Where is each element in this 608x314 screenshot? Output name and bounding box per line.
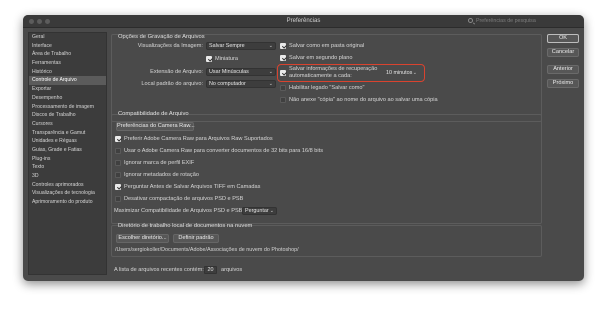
max-compat-value: Perguntar	[245, 208, 269, 214]
compat-option-label: Preferir Adobe Camera Raw para Arquivos …	[124, 136, 273, 142]
camera-raw-preferences-button[interactable]: Preferências do Camera Raw...	[116, 122, 195, 131]
compat-option-checkbox[interactable]	[115, 184, 121, 190]
image-preview-value: Salvar Sempre	[209, 43, 245, 49]
extension-value: Usar Minúsculas	[209, 69, 249, 75]
sidebar-item[interactable]: Plug-ins	[29, 155, 106, 164]
max-compat-select[interactable]: Perguntar ⌄	[242, 207, 277, 215]
sidebar-item[interactable]: Geral	[29, 33, 106, 42]
cloud-dir-title: Diretório de trabalho local de documento…	[118, 223, 253, 229]
sidebar-item[interactable]: Cursores	[29, 120, 106, 129]
image-preview-label: Visualizações da Imagem:	[137, 43, 203, 49]
legacy-save-as-checkbox[interactable]	[280, 85, 286, 91]
ok-button[interactable]: OK	[547, 34, 579, 43]
compat-option-label: Ignorar marca de perfil EXIF	[124, 160, 195, 166]
no-copy-checkbox[interactable]	[280, 97, 286, 103]
compat-option-checkbox[interactable]	[115, 172, 121, 178]
chevron-down-icon: ⌄	[268, 81, 273, 87]
compat-option-checkbox[interactable]	[115, 160, 121, 166]
compatibility-title: Compatibilidade de Arquivo	[118, 111, 189, 117]
sidebar-item[interactable]: Transparência e Gamut	[29, 129, 106, 138]
chevron-down-icon: ⌄	[269, 208, 274, 214]
extension-label: Extensão de Arquivo:	[150, 69, 203, 75]
image-preview-select[interactable]: Salvar Sempre ⌄	[206, 42, 276, 50]
sidebar-item[interactable]: Ferramentas	[29, 59, 106, 68]
autosave-highlight-annotation	[277, 64, 425, 82]
chevron-down-icon: ⌄	[268, 69, 273, 75]
recent-files-label: A lista de arquivos recentes contém:	[114, 267, 204, 273]
compat-option-checkbox[interactable]	[115, 196, 121, 202]
save-options-title: Opções de Gravação de Arquivos	[118, 34, 205, 40]
sidebar-item[interactable]: Guias, Grade e Fatias	[29, 146, 106, 155]
sidebar-item[interactable]: Discos de Trabalho	[29, 111, 106, 120]
sidebar-item[interactable]: Histórico	[29, 68, 106, 77]
compat-option-label: Usar o Adobe Camera Raw para converter d…	[124, 148, 323, 154]
chevron-down-icon: ⌄	[268, 43, 273, 49]
sidebar-item[interactable]: Controles aprimorados	[29, 181, 106, 190]
cancel-button[interactable]: Cancelar	[547, 48, 579, 57]
preferences-search-field[interactable]: Preferências de pesquisa	[468, 18, 568, 26]
compat-option-checkbox[interactable]	[115, 148, 121, 154]
sidebar-item[interactable]: Interface	[29, 42, 106, 51]
compat-option-label: Desativar compactação de arquivos PSD e …	[124, 196, 244, 202]
save-as-original-checkbox[interactable]	[280, 43, 286, 49]
max-compat-label: Maximizar Compatibilidade de Arquivos PS…	[114, 208, 244, 214]
default-location-label: Local padrão do arquivo:	[141, 81, 203, 87]
sidebar-item[interactable]: Aprimoramento do produto	[29, 198, 106, 207]
sidebar-item[interactable]: Controle de Arquivo	[29, 76, 106, 86]
compat-option-label: Perguntar Antes de Salvar Arquivos TIFF …	[124, 184, 261, 190]
search-icon	[468, 18, 473, 23]
save-background-checkbox[interactable]	[280, 55, 286, 61]
default-location-value: No computador	[209, 81, 246, 87]
set-default-button[interactable]: Definir padrão	[173, 234, 219, 243]
sidebar-item[interactable]: Área de Trabalho	[29, 50, 106, 59]
recent-files-count-field[interactable]: 20	[204, 266, 217, 274]
choose-directory-button[interactable]: Escolher diretório...	[116, 234, 169, 243]
previous-button[interactable]: Anterior	[547, 65, 579, 74]
sidebar-item[interactable]: Exportar	[29, 85, 106, 94]
sidebar-item[interactable]: 3D	[29, 172, 106, 181]
sidebar-item[interactable]: Processamento de imagem	[29, 103, 106, 112]
cloud-dir-path: /Users/sergiokoller/Documents/Adobe/Asso…	[115, 247, 299, 253]
compat-option-checkbox[interactable]	[115, 136, 121, 142]
title-bar: Preferências Preferências de pesquisa	[23, 15, 584, 28]
extension-select[interactable]: Usar Minúsculas ⌄	[206, 68, 276, 76]
sidebar-item[interactable]: Unidades e Réguas	[29, 137, 106, 146]
next-button[interactable]: Próximo	[547, 79, 579, 88]
recent-files-unit: arquivos	[221, 267, 243, 273]
save-as-original-label: Salvar como em pasta original	[289, 43, 365, 49]
sidebar-item[interactable]: Texto	[29, 163, 106, 172]
legacy-save-as-label: Habilitar legado "Salvar como"	[289, 85, 365, 91]
no-copy-label: Não anexe "cópia" ao nome do arquivo ao …	[289, 97, 438, 103]
sidebar-item[interactable]: Visualizações de tecnologia	[29, 189, 106, 198]
preferences-window: Preferências Preferências de pesquisa Ge…	[23, 15, 584, 281]
compat-option-label: Ignorar metadados de rotação	[124, 172, 199, 178]
thumbnail-label: Miniatura	[215, 56, 239, 62]
default-location-select[interactable]: No computador ⌄	[206, 80, 276, 88]
save-background-label: Salvar em segundo plano	[289, 55, 353, 61]
thumbnail-checkbox[interactable]	[206, 56, 212, 62]
search-placeholder: Preferências de pesquisa	[476, 18, 536, 24]
sidebar: Geral Interface Área de Trabalho Ferramenta…	[28, 32, 107, 275]
sidebar-item[interactable]: Desempenho	[29, 94, 106, 103]
